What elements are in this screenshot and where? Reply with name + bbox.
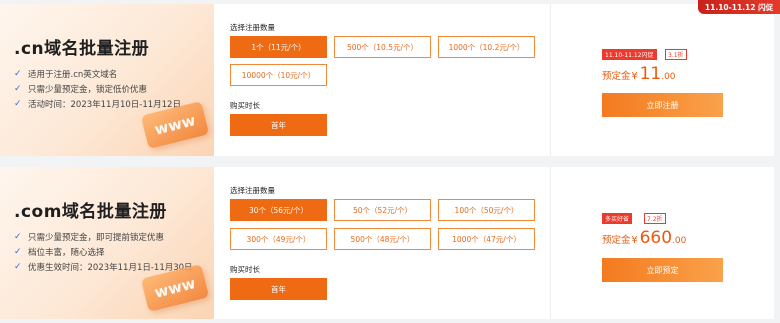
com-price-panel: 多买好省 7.2折 预定金 ¥ 660 .00 立即预定 — [600, 167, 774, 319]
option-50[interactable]: 50个（52元/个） — [334, 199, 431, 221]
register-now-button[interactable]: 立即注册 — [602, 93, 723, 117]
check-icon: ✓ — [14, 83, 22, 94]
bullet-item: ✓ 档位丰富，随心选择 — [14, 244, 193, 259]
price-decimal: .00 — [661, 72, 676, 82]
check-icon: ✓ — [14, 261, 22, 272]
option-30[interactable]: 30个（56元/个） — [230, 199, 327, 221]
discount-tag: 3.1折 — [665, 49, 687, 60]
cn-options: 选择注册数量 1个（11元/个） 500个（10.5元/个） 1000个（10.… — [230, 4, 550, 156]
com-batch-card: .com域名批量注册 ✓ 只需少量预定金，即可提前锁定优惠 ✓ 档位丰富，随心选择 … — [0, 167, 774, 319]
bullet-text: 只需少量预定金，即可提前锁定优惠 — [28, 232, 165, 243]
com-hero: .com域名批量注册 ✓ 只需少量预定金，即可提前锁定优惠 ✓ 档位丰富，随心选择 … — [0, 167, 214, 319]
option-1[interactable]: 1个（11元/个） — [230, 36, 327, 58]
bullet-text: 只需少量预定金，锁定低价优惠 — [28, 84, 148, 95]
reserve-now-button[interactable]: 立即预定 — [602, 258, 723, 282]
option-500[interactable]: 500个（10.5元/个） — [334, 36, 431, 58]
com-options: 选择注册数量 30个（56元/个） 50个（52元/个） 100个（50元/个）… — [230, 167, 550, 319]
cn-title: .cn域名批量注册 — [14, 39, 150, 59]
bullet-item: ✓ 只需少量预定金，锁定低价优惠 — [14, 81, 181, 96]
price-label: 预定金 — [602, 235, 631, 246]
cn-bullets: ✓ 适用于注册.cn英文域名 ✓ 只需少量预定金，锁定低价优惠 ✓ 活动时间：2023… — [14, 66, 181, 111]
check-icon: ✓ — [14, 231, 22, 242]
option-1000[interactable]: 1000个（47元/个） — [438, 228, 535, 250]
com-bullets: ✓ 只需少量预定金，即可提前锁定优惠 ✓ 档位丰富，随心选择 ✓ 优惠生效时间：202… — [14, 229, 193, 274]
price: 预定金 ¥ 660 .00 — [602, 228, 686, 248]
quantity-label: 选择注册数量 — [230, 186, 275, 195]
price-decimal: .00 — [672, 236, 687, 246]
option-300[interactable]: 300个（49元/个） — [230, 228, 327, 250]
currency-symbol: ¥ — [631, 71, 638, 82]
bullet-item: ✓ 适用于注册.cn英文域名 — [14, 66, 181, 81]
promo-tag: 多买好省 — [602, 213, 633, 224]
divider — [550, 4, 551, 156]
divider — [550, 167, 551, 319]
check-icon: ✓ — [14, 98, 22, 109]
bullet-text: 活动时间：2023年11月10日-11月12日 — [28, 99, 181, 110]
check-icon: ✓ — [14, 246, 22, 257]
promo-tag: 11.10-11.12闪促 — [602, 49, 657, 60]
price-label: 预定金 — [602, 71, 631, 82]
price: 预定金 ¥ 11 .00 — [602, 64, 676, 84]
bullet-text: 适用于注册.cn英文域名 — [28, 69, 118, 80]
option-100[interactable]: 100个（50元/个） — [438, 199, 535, 221]
com-title: .com域名批量注册 — [14, 202, 167, 222]
bullet-item: ✓ 活动时间：2023年11月10日-11月12日 — [14, 96, 181, 111]
duration-first-year[interactable]: 首年 — [230, 278, 327, 300]
discount-tag: 7.2折 — [644, 213, 666, 224]
check-icon: ✓ — [14, 68, 22, 79]
quantity-label: 选择注册数量 — [230, 23, 275, 32]
bullet-item: ✓ 只需少量预定金，即可提前锁定优惠 — [14, 229, 193, 244]
currency-symbol: ¥ — [631, 235, 638, 246]
cn-price-panel: 11.10-11.12闪促 3.1折 预定金 ¥ 11 .00 立即注册 — [600, 4, 774, 156]
price-integer: 660 — [639, 228, 673, 248]
option-1000[interactable]: 1000个（10.2元/个） — [438, 36, 535, 58]
duration-label: 购买时长 — [230, 265, 260, 274]
bullet-text: 优惠生效时间：2023年11月1日-11月30日 — [28, 262, 193, 273]
cn-batch-card: .cn域名批量注册 ✓ 适用于注册.cn英文域名 ✓ 只需少量预定金，锁定低价优惠 … — [0, 4, 774, 156]
option-500[interactable]: 500个（48元/个） — [334, 228, 431, 250]
bullet-text: 档位丰富，随心选择 — [28, 247, 105, 258]
promo-ribbon: 11.10-11.12 闪促 — [698, 0, 780, 14]
price-integer: 11 — [639, 64, 662, 84]
cn-hero: .cn域名批量注册 ✓ 适用于注册.cn英文域名 ✓ 只需少量预定金，锁定低价优惠 … — [0, 4, 214, 156]
duration-label: 购买时长 — [230, 101, 260, 110]
option-10000[interactable]: 10000个（10元/个） — [230, 64, 327, 86]
duration-first-year[interactable]: 首年 — [230, 114, 327, 136]
